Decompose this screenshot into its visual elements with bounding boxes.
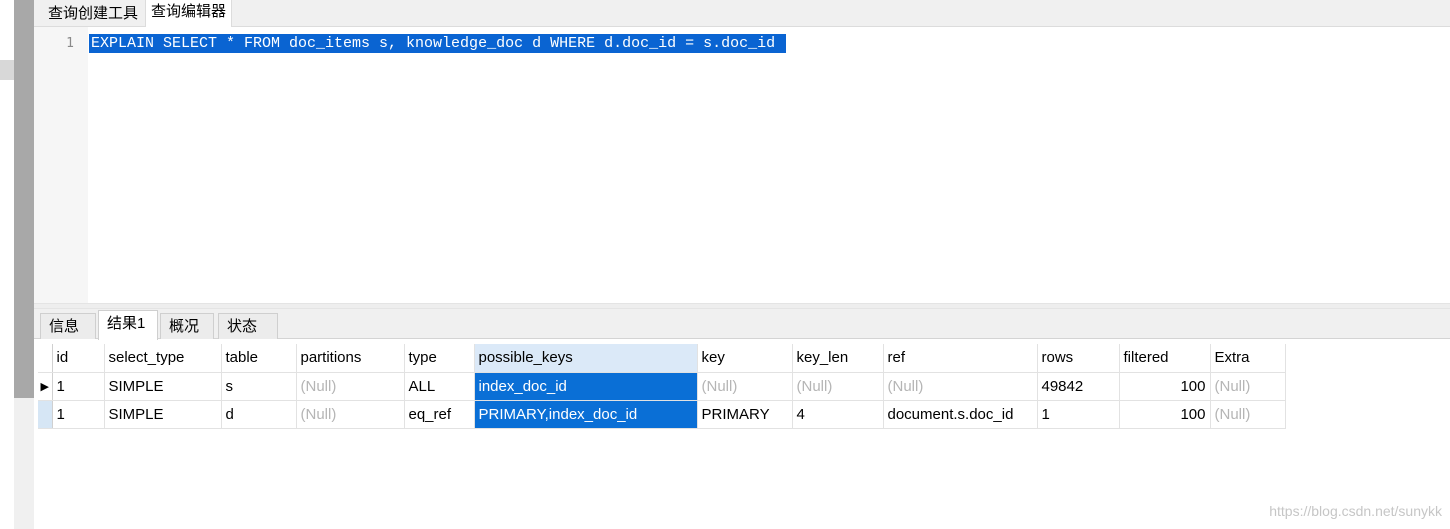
grid-header-row: id select_type table partitions type pos… [38, 344, 1286, 373]
tab-query-builder[interactable]: 查询创建工具 [43, 0, 143, 27]
table-row[interactable]: 1 SIMPLE d (Null) eq_ref PRIMARY,index_d… [38, 400, 1286, 429]
column-header-key[interactable]: key [697, 344, 793, 373]
column-header-partitions[interactable]: partitions [296, 344, 405, 373]
column-header-type[interactable]: type [404, 344, 475, 373]
watermark: https://blog.csdn.net/sunykk [1269, 503, 1442, 519]
cell-table[interactable]: s [221, 372, 297, 401]
tab-profile[interactable]: 概况 [160, 313, 214, 339]
sql-editor[interactable]: 1 EXPLAIN SELECT * FROM doc_items s, kno… [34, 27, 1450, 303]
table-row[interactable]: ▶ 1 SIMPLE s (Null) ALL index_doc_id (Nu… [38, 372, 1286, 401]
cell-partitions[interactable]: (Null) [296, 372, 405, 401]
result-tab-strip: 信息 结果1 概况 状态 [34, 309, 1450, 340]
cell-possible-keys[interactable]: PRIMARY,index_doc_id [474, 400, 698, 429]
cell-rows[interactable]: 1 [1037, 400, 1120, 429]
cell-ref[interactable]: (Null) [883, 372, 1038, 401]
line-number: 1 [66, 36, 74, 51]
cell-filtered[interactable]: 100 [1119, 400, 1211, 429]
tab-query-editor[interactable]: 查询编辑器 [145, 0, 233, 27]
cell-key-len[interactable]: (Null) [792, 372, 884, 401]
cell-possible-keys[interactable]: index_doc_id [474, 372, 698, 401]
column-header-possible-keys[interactable]: possible_keys [474, 344, 698, 373]
row-marker-header [38, 344, 53, 373]
tab-result1[interactable]: 结果1 [98, 310, 158, 340]
cell-extra[interactable]: (Null) [1210, 400, 1286, 429]
cell-rows[interactable]: 49842 [1037, 372, 1120, 401]
tab-status[interactable]: 状态 [218, 313, 278, 339]
left-panel-scrollbar[interactable] [14, 0, 34, 398]
query-window: 查询创建工具 查询编辑器 1 EXPLAIN SELECT * FROM doc… [34, 0, 1450, 529]
column-header-select-type[interactable]: select_type [104, 344, 222, 373]
cell-select-type[interactable]: SIMPLE [104, 400, 222, 429]
cell-table[interactable]: d [221, 400, 297, 429]
cell-filtered[interactable]: 100 [1119, 372, 1211, 401]
column-header-table[interactable]: table [221, 344, 297, 373]
column-header-filtered[interactable]: filtered [1119, 344, 1211, 373]
cell-partitions[interactable]: (Null) [296, 400, 405, 429]
left-marker [0, 60, 14, 80]
cell-key[interactable]: (Null) [697, 372, 793, 401]
column-header-rows[interactable]: rows [1037, 344, 1120, 373]
tab-info[interactable]: 信息 [40, 313, 96, 339]
line-number-gutter: 1 [34, 27, 88, 303]
cell-select-type[interactable]: SIMPLE [104, 372, 222, 401]
row-marker [38, 400, 53, 429]
result-grid[interactable]: id select_type table partitions type pos… [38, 344, 1286, 429]
cell-id[interactable]: 1 [52, 372, 105, 401]
sql-code-line[interactable]: EXPLAIN SELECT * FROM doc_items s, knowl… [89, 34, 787, 53]
cell-type[interactable]: ALL [404, 372, 475, 401]
cell-id[interactable]: 1 [52, 400, 105, 429]
column-header-key-len[interactable]: key_len [792, 344, 884, 373]
current-row-marker-icon: ▶ [38, 372, 53, 401]
column-header-ref[interactable]: ref [883, 344, 1038, 373]
cell-key[interactable]: PRIMARY [697, 400, 793, 429]
cell-key-len[interactable]: 4 [792, 400, 884, 429]
left-panel-lower [14, 398, 34, 529]
cell-type[interactable]: eq_ref [404, 400, 475, 429]
top-tab-strip: 查询创建工具 查询编辑器 [34, 0, 1450, 27]
cell-ref[interactable]: document.s.doc_id [883, 400, 1038, 429]
cell-extra[interactable]: (Null) [1210, 372, 1286, 401]
column-header-id[interactable]: id [52, 344, 105, 373]
column-header-extra[interactable]: Extra [1210, 344, 1286, 373]
